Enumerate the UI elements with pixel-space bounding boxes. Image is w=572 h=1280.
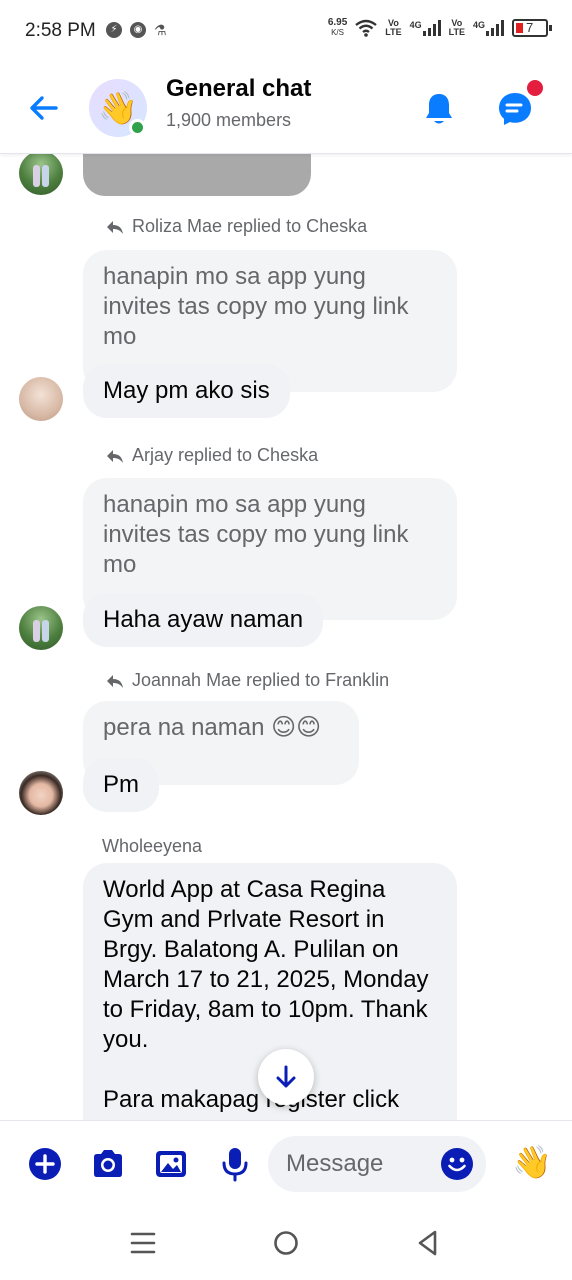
chat-header: 👋 General chat 1,900 members [0, 62, 572, 154]
plus-circle-icon [29, 1148, 61, 1180]
flask-notification-icon: ⚗ [154, 22, 167, 38]
messenger-notification-icon: ⚡ [106, 22, 122, 38]
reply-label-text: Roliza Mae replied to Cheska [132, 216, 368, 236]
battery-icon: 7 [512, 19, 552, 37]
avatar[interactable] [19, 377, 63, 421]
reply-label: Joannah Mae replied to Franklin [106, 670, 389, 691]
menu-icon [130, 1232, 156, 1254]
voice-button[interactable] [217, 1146, 253, 1182]
chat-threads-icon [499, 93, 531, 125]
camera-icon [94, 1150, 122, 1177]
avatar[interactable] [19, 606, 63, 650]
avatar[interactable] [19, 771, 63, 815]
speed-unit: K/S [331, 28, 344, 37]
back-button[interactable] [24, 88, 64, 128]
sender-name: Wholeeyena [102, 836, 203, 856]
image-icon [156, 1151, 186, 1177]
reply-arrow-icon [107, 674, 123, 688]
message-field[interactable] [268, 1136, 486, 1192]
emoji-button[interactable] [440, 1147, 474, 1181]
reply-label: Arjay replied to Cheska [106, 445, 318, 466]
back-nav-button[interactable] [413, 1228, 443, 1258]
volte-label-2: Vo LTE [448, 18, 465, 37]
add-button[interactable] [27, 1146, 63, 1182]
composer: 👋 [0, 1120, 572, 1206]
online-indicator [129, 119, 146, 136]
system-nav-bar [0, 1206, 572, 1280]
circle-icon [274, 1231, 298, 1255]
reply-label: Roliza Mae replied to Cheska [106, 216, 367, 237]
status-right: 6.95 K/S Vo LTE 4G Vo LTE 4G 7 [328, 18, 552, 38]
status-bar: 2:58 PM ⚡ ◉ ⚗ 6.95 K/S Vo LTE 4G Vo LTE … [0, 0, 572, 62]
microphone-icon [222, 1148, 248, 1182]
home-button[interactable] [271, 1228, 301, 1258]
network-speed: 6.95 K/S [328, 18, 347, 38]
recents-button[interactable] [128, 1228, 158, 1258]
reply-arrow-icon [107, 220, 123, 234]
threads-button[interactable] [496, 90, 534, 128]
message-bubble[interactable]: Pm [83, 758, 159, 812]
bell-icon [426, 94, 452, 124]
camera-button[interactable] [90, 1146, 126, 1182]
wifi-icon [355, 19, 378, 37]
reply-arrow-icon [107, 449, 123, 463]
signal-icon-1 [422, 20, 441, 36]
status-time: 2:58 PM [25, 20, 96, 41]
chat-title[interactable]: General chat [166, 75, 311, 103]
chrome-notification-icon: ◉ [130, 22, 146, 38]
network-type-1: 4G [409, 20, 422, 30]
reply-label-text: Joannah Mae replied to Franklin [132, 670, 390, 690]
message-input[interactable] [286, 1150, 436, 1178]
arrow-left-icon [30, 96, 58, 120]
message-bubble[interactable]: Haha ayaw naman [83, 593, 324, 647]
volte-label-1: Vo LTE [385, 18, 402, 37]
member-count: 1,900 members [166, 110, 292, 130]
network-type-2: 4G [472, 20, 485, 30]
message-bubble[interactable]: World App at Casa Regina Gym and Prlvate… [83, 863, 457, 1143]
notification-icons: ⚡ ◉ ⚗ [106, 22, 167, 38]
signal-icon-2 [486, 20, 504, 36]
wave-button[interactable]: 👋 [512, 1143, 552, 1181]
scroll-to-bottom-button[interactable] [258, 1049, 314, 1105]
arrow-down-icon [276, 1065, 296, 1088]
triangle-back-icon [418, 1230, 437, 1256]
speed-value: 6.95 [327, 17, 348, 28]
avatar[interactable] [19, 151, 63, 195]
message-bubble[interactable]: May pm ako sis [83, 364, 290, 418]
battery-level: 7 [526, 20, 534, 35]
notifications-button[interactable] [420, 90, 458, 128]
gallery-button[interactable] [153, 1146, 189, 1182]
smiley-icon [441, 1148, 473, 1180]
unread-badge [527, 80, 543, 96]
reply-label-text: Arjay replied to Cheska [132, 445, 319, 465]
